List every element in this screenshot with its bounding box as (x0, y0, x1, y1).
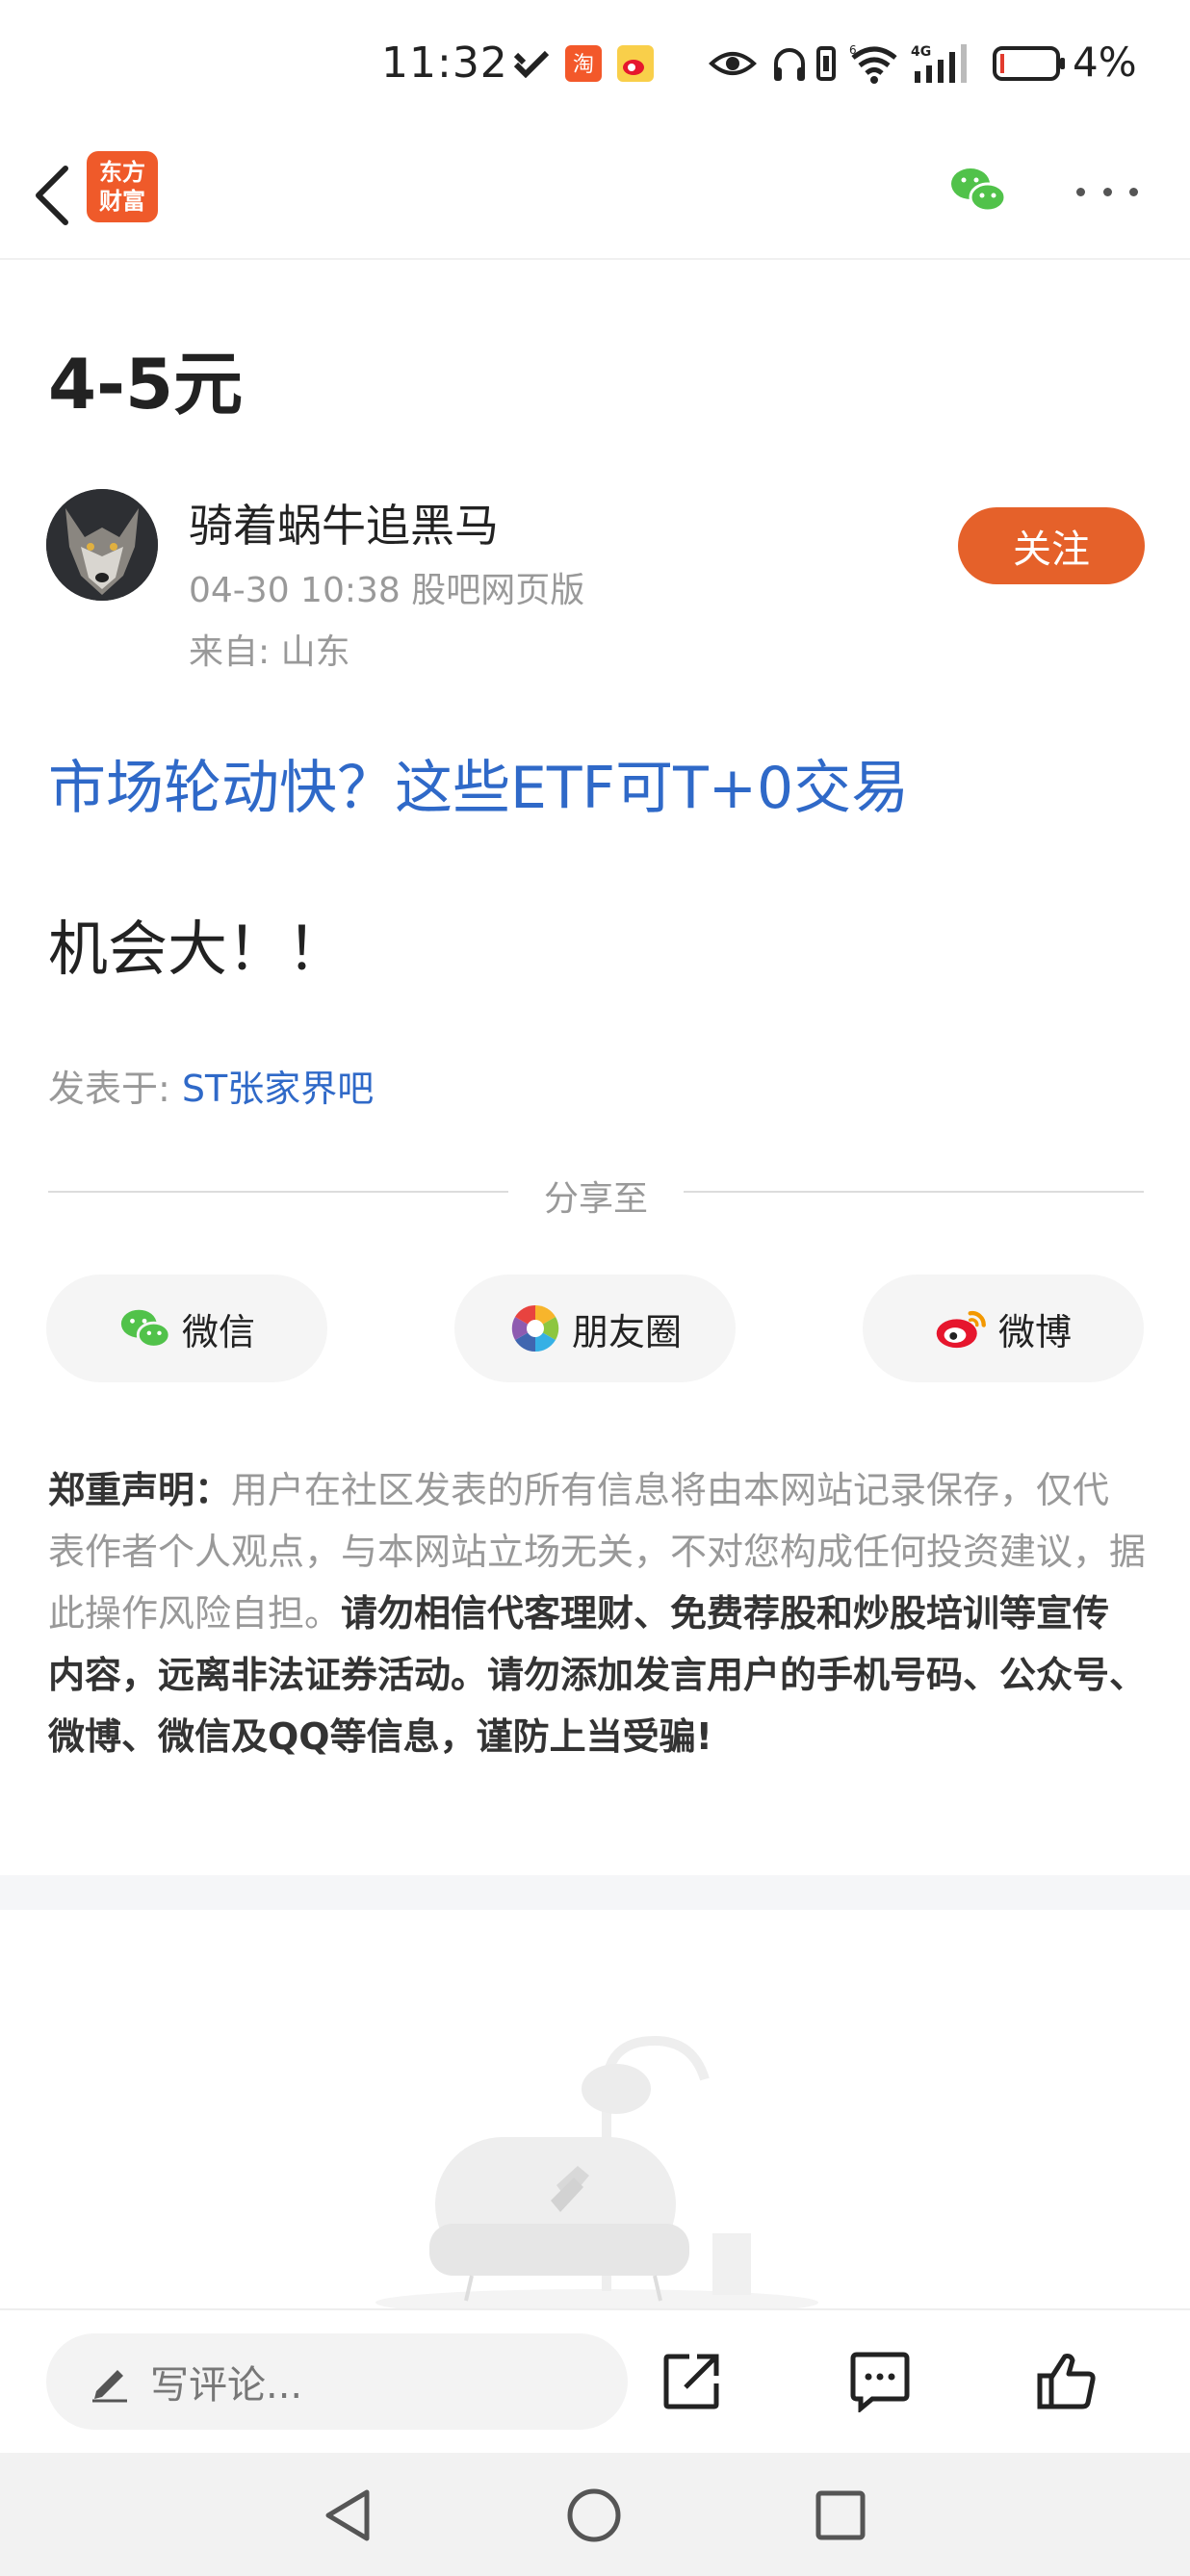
comment-placeholder: 写评论... (150, 2363, 303, 2408)
post-title: 4-5元 (48, 344, 244, 425)
weibo-app-icon (614, 42, 657, 85)
share-wechat-label: 微信 (181, 1310, 255, 1353)
triangle-back-icon (325, 2489, 370, 2541)
logo-line2: 财富 (99, 188, 145, 215)
svg-text:6: 6 (849, 43, 857, 57)
share-weibo-button[interactable]: 微博 (863, 1275, 1144, 1382)
moments-icon (508, 1301, 562, 1355)
system-nav-bar (0, 2453, 1190, 2576)
circle-home-icon (567, 2488, 621, 2542)
taobao-app-icon: 淘 (562, 42, 605, 85)
like-icon (1037, 2354, 1096, 2409)
app-logo[interactable]: 东方 财富 (87, 151, 158, 222)
follow-button[interactable]: 关注 (958, 507, 1145, 584)
empty-comments-illustration (347, 2031, 847, 2316)
comment-icon (850, 2352, 910, 2412)
post-origin: 来自: 山东 (189, 632, 350, 672)
network-type: 4G (911, 44, 931, 60)
share-moments-label: 朋友圈 (571, 1310, 682, 1353)
wechat-share-button[interactable] (947, 159, 1009, 220)
promo-link[interactable]: 市场轮动快？这些ETF可T+0交易 (48, 741, 909, 825)
headphone-icon (768, 42, 811, 85)
comment-input[interactable]: 写评论... (46, 2333, 628, 2430)
logo-line1: 东方 (99, 159, 145, 186)
share-moments-button[interactable]: 朋友圈 (454, 1275, 736, 1382)
posted-in-label: 发表于: (48, 1068, 182, 1110)
check-mark-icon (510, 42, 553, 85)
more-icon (1076, 187, 1085, 196)
more-button[interactable] (1076, 172, 1138, 211)
top-nav: 东方 财富 (0, 130, 1190, 260)
system-home-button[interactable] (560, 2482, 628, 2549)
action-bar: 写评论... (0, 2308, 1190, 2453)
wifi-icon: 6 (845, 42, 903, 85)
vibrate-icon (809, 42, 843, 85)
share-wechat-button[interactable]: 微信 (46, 1275, 327, 1382)
posted-in: 发表于: ST张家界吧 (48, 1059, 374, 1112)
eye-icon (707, 42, 759, 85)
like-button[interactable] (1032, 2347, 1101, 2416)
wechat-icon (118, 1301, 172, 1355)
wechat-icon (951, 168, 1007, 213)
square-recents-icon (815, 2490, 866, 2540)
battery-level: 4% (1073, 39, 1137, 86)
disclaimer-heading: 郑重声明： (48, 1469, 232, 1511)
system-recents-button[interactable] (807, 2482, 874, 2549)
back-button[interactable] (23, 159, 81, 232)
section-separator (0, 1875, 1190, 1910)
share-divider: 分享至 (48, 1171, 1144, 1219)
system-back-button[interactable] (314, 2482, 381, 2549)
disclaimer: 郑重声明：用户在社区发表的所有信息将由本网站记录保存，仅代表作者个人观点，与本网… (48, 1459, 1146, 1767)
author-name[interactable]: 骑着蜗牛追黑马 (189, 491, 499, 554)
weibo-icon (935, 1301, 989, 1355)
signal-icon: 4G (909, 42, 976, 85)
back-arrow-icon (36, 166, 68, 225)
svg-text:淘: 淘 (573, 53, 594, 77)
share-weibo-label: 微博 (997, 1310, 1072, 1353)
comment-button[interactable] (845, 2347, 915, 2416)
avatar[interactable] (46, 489, 158, 601)
forum-link[interactable]: ST张家界吧 (182, 1068, 374, 1110)
status-bar: 11:32 淘 6 4G 4% (0, 0, 1190, 130)
share-icon (663, 2354, 719, 2409)
share-button[interactable] (657, 2347, 726, 2416)
post-meta: 04-30 10:38 股吧网页版 (189, 571, 585, 610)
status-time: 11:32 (381, 39, 508, 88)
post-body: 机会大！！ (48, 914, 348, 984)
share-label: 分享至 (543, 1179, 648, 1219)
pencil-icon (89, 2360, 131, 2403)
battery-icon (992, 42, 1069, 85)
